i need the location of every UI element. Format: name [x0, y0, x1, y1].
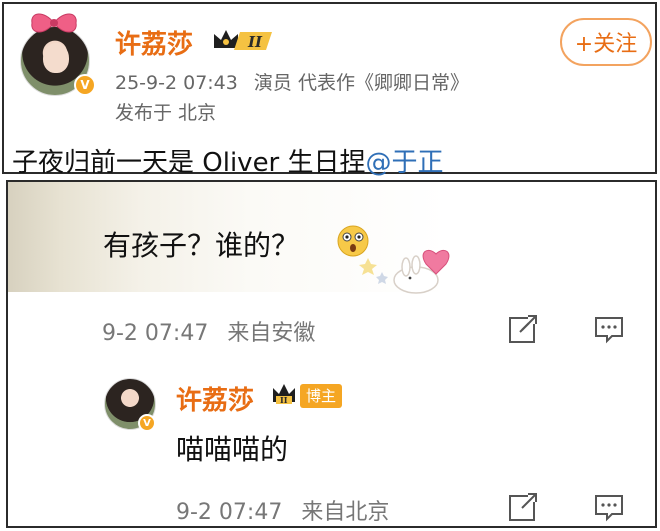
crown-level-icon: II	[214, 30, 272, 51]
crown-level-icon: II	[273, 384, 295, 405]
post-username[interactable]: 许荔莎	[115, 24, 193, 61]
comment-meta: 9-2 07:47 来自安徽	[102, 315, 327, 347]
post-text: 子夜归前一天是 Oliver 生日捏	[12, 148, 366, 178]
comment-source: 来自安徽	[227, 321, 316, 346]
reply-source: 来自北京	[301, 500, 390, 525]
bunny-heart-sticker-icon	[359, 249, 450, 294]
reply-username[interactable]: 许荔莎	[176, 380, 254, 417]
svg-text:II: II	[247, 33, 263, 51]
post-date: 25-9-2 07:43	[115, 72, 238, 94]
post-location: 发布于 北京	[115, 102, 217, 124]
follow-button[interactable]: +关注	[560, 18, 652, 66]
repost-icon[interactable]	[506, 490, 540, 524]
svg-text:II: II	[280, 395, 288, 405]
pink-bow-icon	[31, 13, 77, 33]
comment-icon[interactable]	[592, 312, 626, 346]
reply-text: 喵喵喵的	[176, 433, 289, 466]
post-avatar-wrap[interactable]: V	[16, 12, 98, 96]
post-role: 演员 代表作《卿卿日常》	[253, 72, 469, 94]
comment-icon[interactable]	[592, 490, 626, 524]
author-badge: 博主	[300, 384, 343, 408]
avatar-face	[43, 43, 69, 73]
post-body: 子夜归前一天是 Oliver 生日捏@于正	[12, 142, 444, 179]
verified-v-icon: V	[74, 74, 96, 96]
reply-meta: 9-2 07:47 来自北京	[176, 494, 401, 526]
comment-text: 有孩子？谁的？	[103, 229, 300, 262]
post-card: V 许荔莎 II +关注 25-9-2 07:43 演员 代表作《卿卿日常》 发…	[2, 2, 657, 178]
mention-link[interactable]: @于正	[366, 148, 444, 178]
post-meta: 25-9-2 07:43 演员 代表作《卿卿日常》	[115, 68, 479, 95]
reply-time: 9-2 07:47	[176, 500, 283, 525]
verified-v-icon: V	[138, 414, 156, 432]
repost-icon[interactable]	[506, 312, 540, 346]
comment-time: 9-2 07:47	[102, 321, 209, 346]
comment-card: 有孩子？谁的？ 9-2 07:47 来自安徽 V 许荔莎 II 博主 喵喵喵的 …	[6, 180, 657, 528]
